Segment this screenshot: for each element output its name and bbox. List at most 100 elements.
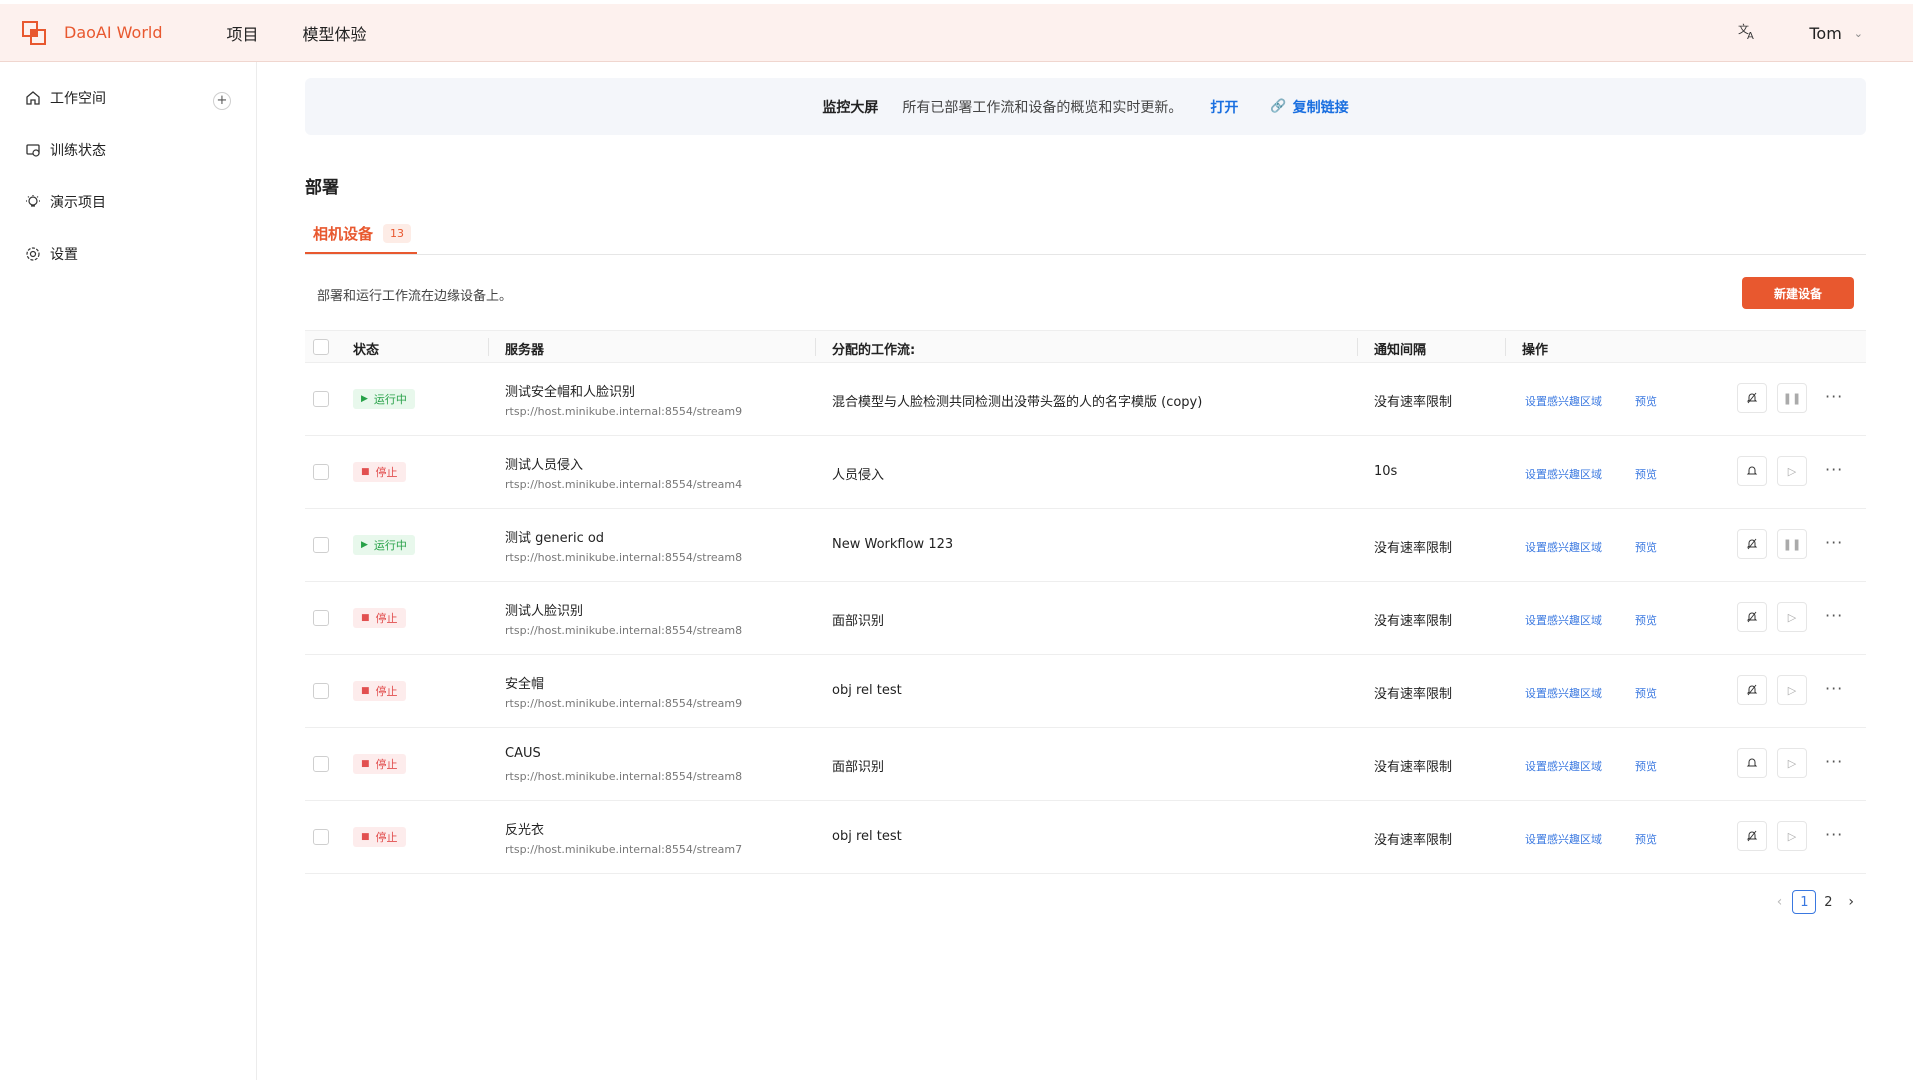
pagination: ‹ 1 2 › <box>1777 890 1854 914</box>
row-checkbox[interactable] <box>313 683 329 699</box>
server-name: 测试安全帽和人脸识别 <box>505 385 636 400</box>
set-roi-link[interactable]: 设置感兴趣区域 <box>1525 685 1602 701</box>
logo-icon <box>22 20 46 45</box>
assigned-workflow: 混合模型与人脸检测共同检测出没带头盔的人的名字模版 (copy) <box>832 395 1203 410</box>
server-url: rtsp://host.minikube.internal:8554/strea… <box>505 405 743 418</box>
page-1[interactable]: 1 <box>1792 890 1817 914</box>
app-logo[interactable]: DaoAI World <box>20 19 163 47</box>
set-roi-link[interactable]: 设置感兴趣区域 <box>1525 612 1602 628</box>
row-checkbox[interactable] <box>313 537 329 553</box>
play-outline-icon[interactable]: ▷ <box>1777 748 1807 778</box>
status-badge: ■ 停止 <box>353 681 406 701</box>
chevron-right-icon[interactable]: › <box>1848 894 1854 910</box>
sidebar-item-label: 演示项目 <box>50 195 106 211</box>
bulb-icon <box>24 193 42 211</box>
open-dashboard-link[interactable]: 打开 <box>1210 97 1238 117</box>
server-name: 测试人员侵入 <box>505 458 584 473</box>
pause-icon[interactable]: ❚❚ <box>1777 529 1807 559</box>
bell-icon[interactable] <box>1737 456 1767 486</box>
set-roi-link[interactable]: 设置感兴趣区域 <box>1525 393 1602 409</box>
sidebar-item-settings[interactable]: 设置 <box>24 244 78 264</box>
server-url: rtsp://host.minikube.internal:8554/strea… <box>505 843 743 856</box>
translate-icon[interactable]: 文A <box>1737 21 1757 46</box>
plus-icon[interactable]: + <box>213 92 231 110</box>
bell-off-icon[interactable] <box>1737 821 1767 851</box>
chevron-left-icon[interactable]: ‹ <box>1777 894 1783 910</box>
copy-link-button[interactable]: 🔗 复制链接 <box>1270 97 1348 117</box>
stop-icon: ■ <box>361 686 370 696</box>
sidebar-item-training[interactable]: 训练状态 <box>24 140 106 160</box>
bell-off-icon[interactable] <box>1737 602 1767 632</box>
bell-icon[interactable] <box>1737 748 1767 778</box>
row-checkbox[interactable] <box>313 610 329 626</box>
page-2[interactable]: 2 <box>1816 890 1840 914</box>
play-icon: ▶ <box>361 394 368 404</box>
notify-interval: 没有速率限制 <box>1374 833 1453 848</box>
select-all-checkbox[interactable] <box>313 339 329 355</box>
link-icon: 🔗 <box>1270 99 1287 114</box>
more-options-icon[interactable]: ··· <box>1825 679 1843 698</box>
preview-link[interactable]: 预览 <box>1635 466 1657 482</box>
tab-divider <box>305 254 1866 255</box>
pause-icon[interactable]: ❚❚ <box>1777 383 1807 413</box>
col-separator <box>488 338 489 356</box>
preview-link[interactable]: 预览 <box>1635 831 1657 847</box>
more-options-icon[interactable]: ··· <box>1825 606 1843 625</box>
preview-link[interactable]: 预览 <box>1635 393 1657 409</box>
col-actions: 操作 <box>1522 343 1549 358</box>
nav-model-experience[interactable]: 模型体验 <box>303 21 367 45</box>
col-separator <box>1357 338 1358 356</box>
server-url: rtsp://host.minikube.internal:8554/strea… <box>505 770 743 783</box>
set-roi-link[interactable]: 设置感兴趣区域 <box>1525 831 1602 847</box>
play-outline-icon[interactable]: ▷ <box>1777 675 1807 705</box>
set-roi-link[interactable]: 设置感兴趣区域 <box>1525 466 1602 482</box>
sidebar-item-workspace[interactable]: 工作空间 <box>24 88 106 108</box>
table-row: ■ 停止 测试人脸识别 rtsp://host.minikube.interna… <box>305 582 1866 655</box>
tab-label: 相机设备 <box>313 225 374 243</box>
status-label: 运行中 <box>373 393 407 406</box>
row-checkbox[interactable] <box>313 756 329 772</box>
notify-interval: 没有速率限制 <box>1374 614 1453 629</box>
more-options-icon[interactable]: ··· <box>1825 533 1843 552</box>
preview-link[interactable]: 预览 <box>1635 758 1657 774</box>
assigned-workflow: obj rel test <box>832 683 902 698</box>
status-badge: ■ 停止 <box>353 462 406 482</box>
set-roi-link[interactable]: 设置感兴趣区域 <box>1525 539 1602 555</box>
bell-off-icon[interactable] <box>1737 383 1767 413</box>
play-outline-icon[interactable]: ▷ <box>1777 456 1807 486</box>
training-icon <box>24 141 42 159</box>
banner-description: 所有已部署工作流和设备的概览和实时更新。 <box>902 99 1183 116</box>
row-checkbox[interactable] <box>313 464 329 480</box>
play-icon: ▶ <box>361 540 368 550</box>
user-menu[interactable]: Tom <box>1809 24 1841 43</box>
preview-link[interactable]: 预览 <box>1635 685 1657 701</box>
row-checkbox[interactable] <box>313 391 329 407</box>
table-header: 状态 服务器 分配的工作流: 通知间隔 操作 <box>305 330 1866 363</box>
row-checkbox[interactable] <box>313 829 329 845</box>
nav-projects[interactable]: 项目 <box>227 21 259 45</box>
play-outline-icon[interactable]: ▷ <box>1777 602 1807 632</box>
set-roi-link[interactable]: 设置感兴趣区域 <box>1525 758 1602 774</box>
table-row: ■ 停止 测试人员侵入 rtsp://host.minikube.interna… <box>305 436 1866 509</box>
more-options-icon[interactable]: ··· <box>1825 387 1843 406</box>
banner-title: 监控大屏 <box>822 99 879 116</box>
preview-link[interactable]: 预览 <box>1635 539 1657 555</box>
play-outline-icon[interactable]: ▷ <box>1777 821 1807 851</box>
tab-camera-devices[interactable]: 相机设备 13 <box>313 223 412 244</box>
chevron-down-icon[interactable]: ⌄ <box>1854 27 1863 40</box>
notify-interval: 10s <box>1374 464 1398 479</box>
more-options-icon[interactable]: ··· <box>1825 825 1843 844</box>
bell-off-icon[interactable] <box>1737 675 1767 705</box>
col-status: 状态 <box>353 343 380 358</box>
col-interval: 通知间隔 <box>1374 343 1427 358</box>
sidebar-item-demo[interactable]: 演示项目 <box>24 192 106 212</box>
new-device-button[interactable]: 新建设备 <box>1742 277 1854 309</box>
deploy-panel: 部署 相机设备 13 部署和运行工作流在边缘设备上。 新建设备 状态 服务器 分… <box>305 155 1866 1070</box>
more-options-icon[interactable]: ··· <box>1825 460 1843 479</box>
more-options-icon[interactable]: ··· <box>1825 752 1843 771</box>
table-row: ■ 停止 安全帽 rtsp://host.minikube.internal:8… <box>305 655 1866 728</box>
preview-link[interactable]: 预览 <box>1635 612 1657 628</box>
bell-off-icon[interactable] <box>1737 529 1767 559</box>
status-badge: ■ 停止 <box>353 827 406 847</box>
server-name: 安全帽 <box>505 677 545 692</box>
